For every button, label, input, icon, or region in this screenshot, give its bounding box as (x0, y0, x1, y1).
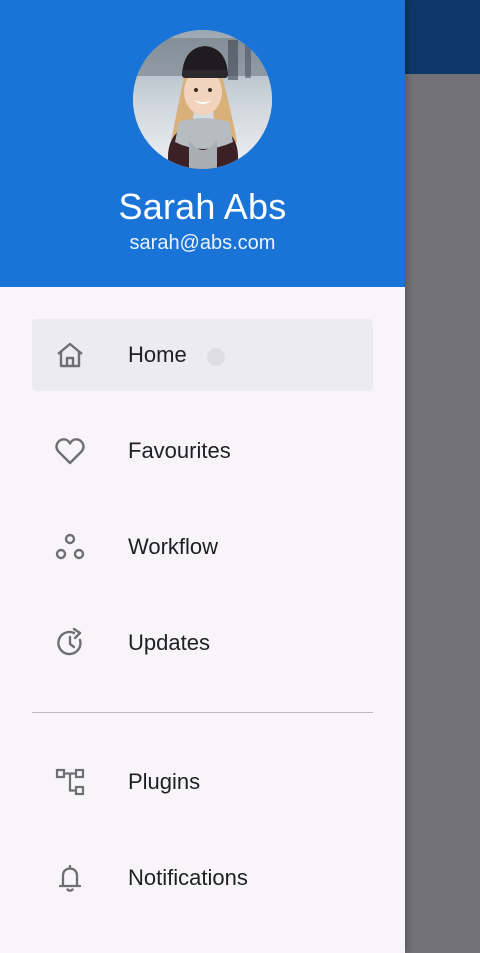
drawer-header: Sarah Abs sarah@abs.com (0, 0, 405, 287)
touch-ripple (207, 348, 225, 366)
menu-label-updates: Updates (128, 630, 210, 655)
home-icon (54, 339, 86, 371)
menu-label-home: Home (128, 342, 187, 367)
menu-label-notifications: Notifications (128, 865, 248, 890)
updates-icon (54, 627, 86, 659)
menu-item-updates[interactable]: Updates (32, 607, 373, 679)
avatar[interactable] (133, 30, 272, 169)
menu-item-home[interactable]: Home (32, 319, 373, 391)
menu-item-favourites[interactable]: Favourites (32, 415, 373, 487)
avatar-photo (133, 30, 272, 169)
workflow-icon (54, 531, 86, 563)
menu-item-notifications[interactable]: Notifications (32, 842, 373, 914)
menu-label-plugins: Plugins (128, 769, 201, 794)
menu-item-workflow[interactable]: Workflow (32, 511, 373, 583)
bell-icon (54, 862, 86, 894)
plugins-icon (54, 766, 86, 798)
heart-icon (54, 435, 86, 467)
menu-label-workflow: Workflow (128, 534, 219, 559)
menu-divider (32, 712, 373, 713)
menu-label-favourites: Favourites (128, 438, 231, 463)
user-name: Sarah Abs (118, 186, 287, 227)
user-email: sarah@abs.com (129, 232, 276, 254)
navigation-drawer: Sarah Abs sarah@abs.com Home Favourites … (0, 0, 405, 953)
app-screen: Sarah Abs sarah@abs.com Home Favourites … (0, 0, 480, 953)
menu-item-plugins[interactable]: Plugins (32, 746, 373, 818)
